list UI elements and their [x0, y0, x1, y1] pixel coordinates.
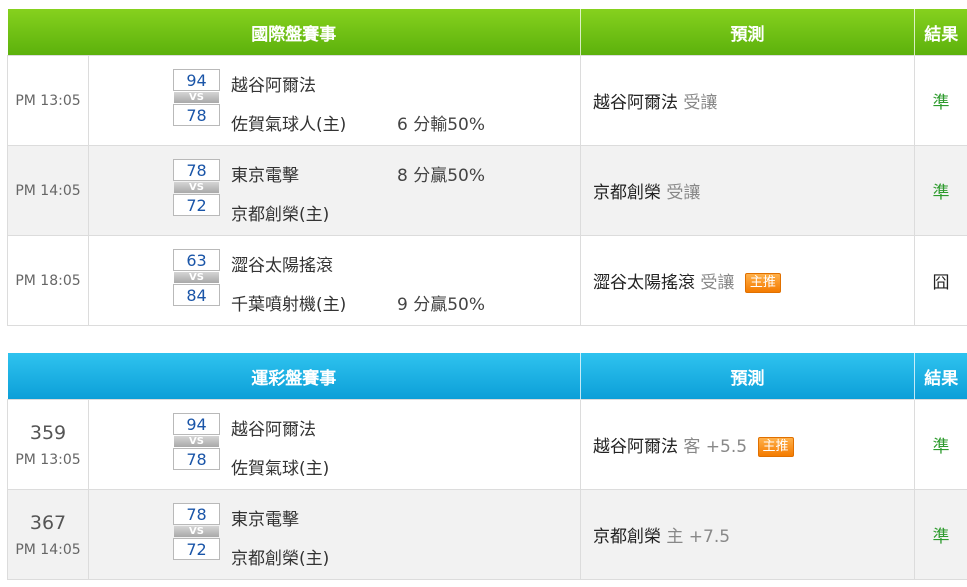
match-time: PM 13:05 [7, 55, 89, 146]
prediction: 澀谷太陽搖滾 受讓 主推 [580, 235, 915, 326]
pred-sub: 受讓 [666, 183, 701, 203]
pred-sub: 受讓 [683, 93, 718, 113]
bottom-team: 佐賀氣球(主) [231, 459, 330, 479]
international-table: 國際盤賽事 預測 結果 PM 13:05 94 VS 78 越谷阿爾法 佐賀氣球… [7, 9, 967, 326]
prediction: 越谷阿爾法 受讓 [580, 55, 915, 146]
match-cell: 78 VS 72 東京電擊 京都創榮(主) [88, 489, 581, 580]
pred-team: 京都創榮 [593, 183, 661, 203]
pred-sub: 受讓 [700, 273, 735, 293]
prediction: 京都創榮 主 +7.5 [580, 489, 915, 580]
vs-badge: VS [174, 272, 219, 283]
vs-badge: VS [174, 182, 219, 193]
international-match-header: 國際盤賽事 [7, 9, 581, 56]
pred-team: 京都創榮 [593, 527, 661, 547]
pred-sub: 主 +7.5 [666, 527, 731, 547]
top-team: 東京電擊 [231, 166, 299, 186]
vs-badge: VS [174, 526, 219, 537]
table-row: PM 14:05 78 VS 72 東京電擊 京都創榮(主) 8 分贏50% 京… [7, 145, 967, 236]
lottery-pred-header: 預測 [580, 353, 915, 400]
top-team: 越谷阿爾法 [231, 420, 316, 440]
match-cell: 63 VS 84 澀谷太陽搖滾 千葉噴射機(主) 9 分贏50% [88, 235, 581, 326]
game-number: 367 [29, 511, 67, 534]
prediction: 越谷阿爾法 客 +5.5 主推 [580, 399, 915, 490]
match-time: PM 13:05 [15, 451, 81, 468]
game-number: 359 [29, 421, 67, 444]
result: 準 [914, 145, 967, 236]
pred-team: 越谷阿爾法 [593, 437, 678, 457]
bottom-score: 72 [173, 538, 220, 560]
international-pred-header: 預測 [580, 9, 915, 56]
featured-badge: 主推 [744, 273, 781, 293]
result: 準 [914, 55, 967, 146]
lottery-table: 運彩盤賽事 預測 結果 359 PM 13:05 94 VS 78 越谷阿爾法 … [7, 353, 967, 580]
result: 準 [914, 489, 967, 580]
bottom-team: 京都創榮(主) [231, 205, 330, 225]
bottom-team: 京都創榮(主) [231, 549, 330, 569]
lottery-result-header: 結果 [914, 353, 967, 400]
result: 囧 [914, 235, 967, 326]
table-row: PM 18:05 63 VS 84 澀谷太陽搖滾 千葉噴射機(主) 9 分贏50… [7, 235, 967, 326]
table-row: 359 PM 13:05 94 VS 78 越谷阿爾法 佐賀氣球(主) 越谷阿爾… [7, 399, 967, 490]
lottery-header: 運彩盤賽事 預測 結果 [7, 353, 967, 400]
bottom-team: 佐賀氣球人(主) [231, 115, 347, 135]
pred-team: 越谷阿爾法 [593, 93, 678, 113]
match-time-cell: 367 PM 14:05 [7, 489, 89, 580]
top-team: 越谷阿爾法 [231, 76, 316, 96]
bottom-score: 78 [173, 104, 220, 126]
match-time-cell: 359 PM 13:05 [7, 399, 89, 490]
top-score: 78 [173, 159, 220, 181]
score-box: 63 VS 84 [173, 249, 220, 306]
top-team: 澀谷太陽搖滾 [231, 256, 333, 276]
match-time: PM 14:05 [7, 145, 89, 236]
match-time: PM 18:05 [7, 235, 89, 326]
pred-sub: 客 +5.5 [683, 437, 748, 457]
score-box: 94 VS 78 [173, 413, 220, 470]
handicap-line: 6 分輸50% [397, 115, 486, 135]
bottom-score: 78 [173, 448, 220, 470]
featured-badge: 主推 [757, 437, 794, 457]
lottery-match-header: 運彩盤賽事 [7, 353, 581, 400]
score-box: 78 VS 72 [173, 159, 220, 216]
top-score: 94 [173, 69, 220, 91]
score-box: 78 VS 72 [173, 503, 220, 560]
bottom-score: 72 [173, 194, 220, 216]
table-row: PM 13:05 94 VS 78 越谷阿爾法 佐賀氣球人(主) 6 分輸50%… [7, 55, 967, 146]
vs-badge: VS [174, 436, 219, 447]
vs-badge: VS [174, 92, 219, 103]
handicap-line: 9 分贏50% [397, 295, 486, 315]
match-cell: 94 VS 78 越谷阿爾法 佐賀氣球(主) [88, 399, 581, 490]
table-row: 367 PM 14:05 78 VS 72 東京電擊 京都創榮(主) 京都創榮 … [7, 489, 967, 580]
bottom-team: 千葉噴射機(主) [231, 295, 347, 315]
score-box: 94 VS 78 [173, 69, 220, 126]
top-score: 94 [173, 413, 220, 435]
bottom-score: 84 [173, 284, 220, 306]
top-score: 63 [173, 249, 220, 271]
prediction: 京都創榮 受讓 [580, 145, 915, 236]
handicap-line: 8 分贏50% [397, 166, 486, 186]
match-time: PM 14:05 [15, 541, 81, 558]
match-cell: 78 VS 72 東京電擊 京都創榮(主) 8 分贏50% [88, 145, 581, 236]
match-cell: 94 VS 78 越谷阿爾法 佐賀氣球人(主) 6 分輸50% [88, 55, 581, 146]
international-header: 國際盤賽事 預測 結果 [7, 9, 967, 56]
top-score: 78 [173, 503, 220, 525]
result: 準 [914, 399, 967, 490]
international-result-header: 結果 [914, 9, 967, 56]
pred-team: 澀谷太陽搖滾 [593, 273, 695, 293]
top-team: 東京電擊 [231, 510, 299, 530]
